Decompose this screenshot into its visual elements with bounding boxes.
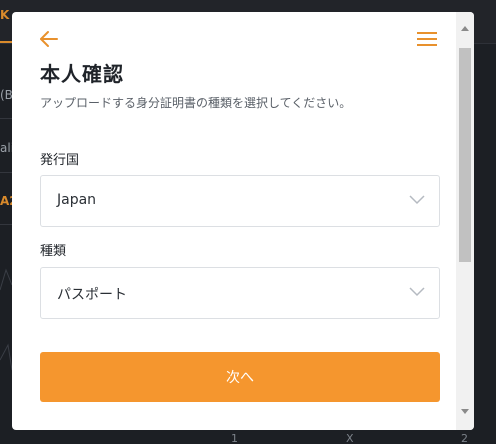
chevron-down-icon bbox=[409, 287, 425, 297]
identity-verification-modal: 本人確認 アップロードする身分証明書の種類を選択してください。 発行国 Japa… bbox=[12, 12, 474, 430]
scroll-up-arrow-icon[interactable] bbox=[461, 26, 469, 31]
issuing-country-label: 発行国 bbox=[40, 153, 80, 168]
vertical-scrollbar[interactable] bbox=[456, 12, 474, 430]
background-right-strip bbox=[488, 44, 496, 444]
arrow-left-icon[interactable] bbox=[38, 30, 60, 48]
chevron-down-icon bbox=[409, 195, 425, 205]
scroll-down-arrow-icon[interactable] bbox=[461, 409, 469, 414]
document-type-value: パスポート bbox=[57, 287, 127, 303]
document-type-select[interactable]: パスポート bbox=[40, 267, 440, 319]
background-axis-label: 2 bbox=[461, 432, 468, 444]
document-type-label: 種類 bbox=[40, 244, 67, 259]
issuing-country-select[interactable]: Japan bbox=[40, 175, 440, 227]
page-subtitle: アップロードする身分証明書の種類を選択してください。 bbox=[40, 96, 352, 110]
background-row-fragment: ali bbox=[0, 141, 12, 155]
hamburger-menu-icon[interactable] bbox=[416, 30, 438, 48]
scroll-thumb[interactable] bbox=[459, 48, 471, 262]
background-row-fragment: A2 bbox=[0, 194, 12, 208]
background-axis-label: 1 bbox=[231, 432, 238, 444]
background-axis-label: X bbox=[346, 432, 354, 444]
background-row-fragment: (B bbox=[0, 88, 12, 102]
next-button[interactable]: 次へ bbox=[40, 352, 440, 402]
page-title: 本人確認 bbox=[40, 62, 124, 86]
issuing-country-value: Japan bbox=[57, 192, 97, 208]
